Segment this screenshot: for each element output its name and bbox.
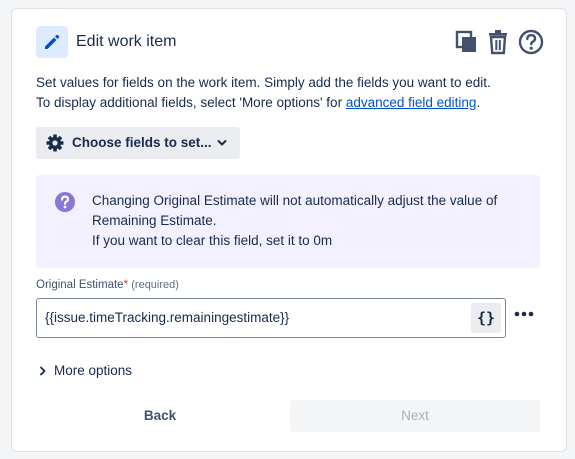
trash-icon[interactable]	[486, 28, 512, 56]
copy-icon[interactable]	[454, 28, 480, 56]
required-text: (required)	[131, 279, 179, 291]
help-icon[interactable]	[518, 28, 544, 56]
gear-icon	[46, 134, 64, 152]
more-options-label: More options	[54, 363, 133, 378]
more-actions-icon[interactable]	[514, 311, 534, 317]
original-estimate-label: Original Estimate* (required)	[36, 279, 179, 291]
pencil-icon	[36, 26, 68, 58]
info-line-2: Remaining Estimate.	[92, 213, 217, 228]
chevron-down-icon	[217, 140, 227, 146]
page-title: Edit work item	[76, 33, 177, 50]
description: Set values for fields on the work item. …	[36, 73, 546, 113]
info-line-3: If you want to clear this field, set it …	[92, 233, 333, 248]
original-estimate-input[interactable]: {{issue.timeTracking.remainingestimate}}…	[36, 298, 506, 338]
header-actions	[454, 28, 546, 56]
original-estimate-value: {{issue.timeTracking.remainingestimate}}	[45, 310, 290, 325]
smart-value-button[interactable]: {}	[471, 303, 501, 333]
info-text: Changing Original Estimate will not auto…	[92, 191, 532, 251]
description-line-1: Set values for fields on the work item. …	[36, 75, 491, 90]
choose-fields-label: Choose fields to set...	[72, 135, 212, 150]
description-line-2-suffix: .	[476, 95, 481, 110]
back-button[interactable]: Back	[36, 400, 284, 432]
required-mark: *	[123, 279, 129, 291]
edit-work-item-panel: Edit work item Set values for fields on …	[11, 8, 567, 452]
panel-header: Edit work item	[36, 25, 546, 59]
field-label-text: Original Estimate	[36, 279, 124, 291]
info-message: Changing Original Estimate will not auto…	[36, 175, 540, 268]
info-line-1: Changing Original Estimate will not auto…	[92, 193, 498, 208]
description-line-2-text: To display additional fields, select 'Mo…	[36, 95, 346, 110]
advanced-field-editing-link[interactable]: advanced field editing	[346, 95, 477, 110]
choose-fields-button[interactable]: Choose fields to set...	[36, 127, 240, 159]
question-circle-icon	[55, 192, 75, 212]
next-button[interactable]: Next	[290, 400, 540, 432]
chevron-right-icon	[40, 366, 46, 376]
description-line-2: To display additional fields, select 'Mo…	[36, 93, 546, 113]
